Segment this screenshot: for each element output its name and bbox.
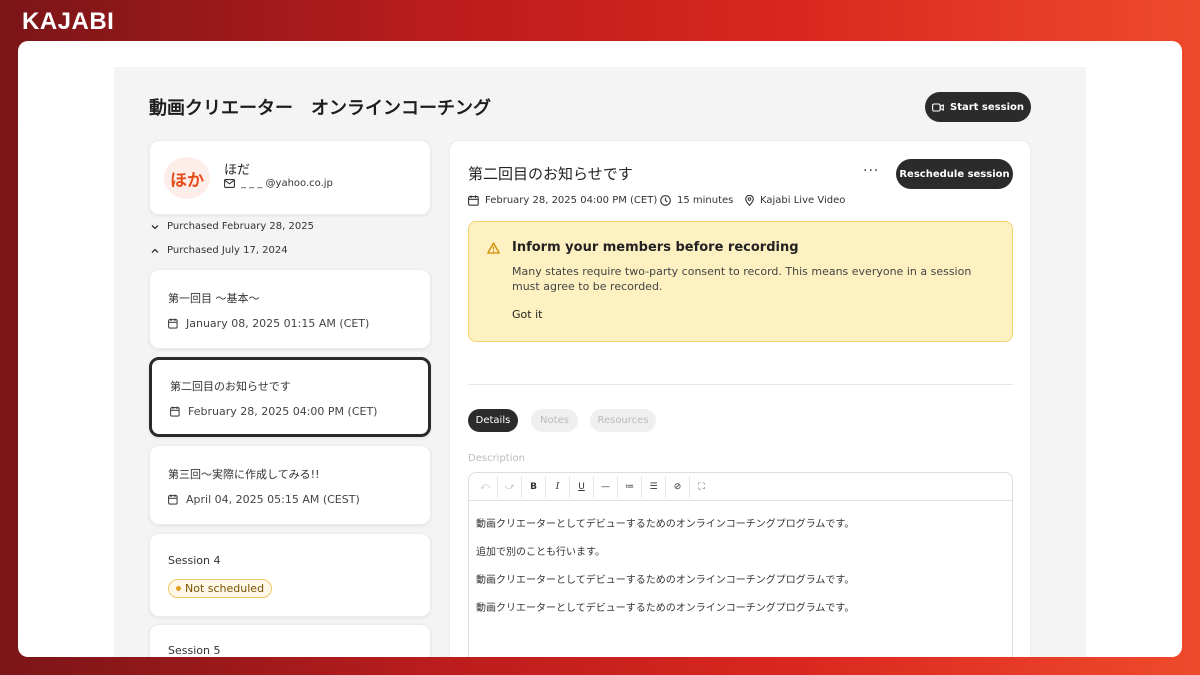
tab-details[interactable]: Details: [468, 409, 518, 432]
avatar: ほか: [164, 157, 210, 199]
undo-icon[interactable]: ⤺: [473, 476, 497, 498]
recording-consent-alert: Inform your members before recording Man…: [468, 221, 1013, 342]
description-label: Description: [468, 453, 525, 464]
alert-title: Inform your members before recording: [512, 240, 799, 255]
session-detail-title: 第二回目のお知らせです: [468, 165, 633, 183]
ordered-list-icon[interactable]: ≔: [617, 475, 641, 498]
chevron-down-icon: [151, 224, 159, 229]
video-camera-icon: [932, 102, 944, 112]
session-title: Session 5: [168, 644, 221, 657]
tab-notes[interactable]: Notes: [531, 409, 578, 432]
session-detail-panel: 第二回目のお知らせです ··· Reschedule session Febru…: [449, 140, 1031, 657]
page-title: 動画クリエーター オンラインコーチング: [149, 98, 491, 119]
alert-text: Many states require two-party consent to…: [512, 265, 972, 293]
start-session-label: Start session: [950, 101, 1024, 113]
calendar-icon: [170, 406, 180, 417]
purchase-toggle-feb[interactable]: Purchased February 28, 2025: [151, 221, 314, 232]
session-date-row: April 04, 2025 05:15 AM (CEST): [168, 493, 360, 506]
session-date: April 04, 2025 05:15 AM (CEST): [186, 493, 360, 506]
description-paragraph: 動画クリエーターとしてデビューするためのオンラインコーチングプログラムです。: [476, 519, 855, 530]
location-pin-icon: [745, 195, 754, 206]
session-date: January 08, 2025 01:15 AM (CET): [186, 317, 370, 330]
reschedule-session-button[interactable]: Reschedule session: [896, 159, 1013, 189]
session-card-4[interactable]: Session 4 Not scheduled: [149, 533, 431, 617]
session-card-2-selected[interactable]: 第二回目のお知らせです February 28, 2025 04:00 PM (…: [149, 357, 431, 437]
tab-resources[interactable]: Resources: [590, 409, 656, 432]
italic-button[interactable]: I: [545, 475, 569, 498]
purchase-label: Purchased July 17, 2024: [167, 245, 288, 256]
calendar-icon: [168, 318, 178, 329]
warning-icon: [487, 242, 500, 254]
redo-icon[interactable]: ⤻: [497, 475, 521, 498]
session-duration-meta: 15 minutes: [660, 195, 733, 206]
session-card-5[interactable]: Session 5: [149, 624, 431, 657]
status-badge: Not scheduled: [168, 579, 273, 598]
session-title: Session 4: [168, 554, 221, 567]
kajabi-logo: KAJABI: [22, 8, 115, 35]
session-title: 第三回～実際に作成してみる!!: [168, 468, 320, 481]
member-name: ほだ: [224, 163, 251, 178]
description-paragraph: 動画クリエーターとしてデビューするためのオンラインコーチングプログラムです。: [476, 603, 855, 614]
start-session-button[interactable]: Start session: [925, 92, 1031, 122]
chevron-up-icon: [151, 248, 159, 253]
session-date-text: February 28, 2025 04:00 PM (CET): [485, 195, 658, 206]
underline-button[interactable]: U: [569, 475, 593, 498]
coaching-app: 動画クリエーター オンラインコーチング Start session ほか ほだ …: [114, 67, 1086, 657]
screenshot-frame: 動画クリエーター オンラインコーチング Start session ほか ほだ …: [18, 41, 1182, 657]
session-location-text: Kajabi Live Video: [760, 195, 846, 206]
status-badge-label: Not scheduled: [185, 582, 265, 595]
member-email-row: _ _ _ @yahoo.co.jp: [224, 178, 333, 189]
got-it-link[interactable]: Got it: [512, 308, 542, 321]
session-date-row: January 08, 2025 01:15 AM (CET): [168, 317, 369, 330]
divider: [468, 384, 1013, 385]
horizontal-rule-button[interactable]: —: [593, 475, 617, 498]
purchase-toggle-jul[interactable]: Purchased July 17, 2024: [151, 245, 288, 256]
link-icon[interactable]: ⊘: [665, 475, 689, 498]
more-options-button[interactable]: ···: [863, 163, 879, 179]
description-paragraph: 動画クリエーターとしてデビューするためのオンラインコーチングプログラムです。: [476, 575, 855, 586]
calendar-icon: [168, 494, 178, 505]
member-email: _ _ _ @yahoo.co.jp: [241, 178, 333, 189]
session-title: 第二回目のお知らせです: [170, 380, 291, 393]
editor-toolbar: ⤺ ⤻ B I U — ≔ ☰ ⊘ ⛶: [469, 473, 1012, 501]
bold-button[interactable]: B: [521, 475, 545, 498]
description-editor[interactable]: ⤺ ⤻ B I U — ≔ ☰ ⊘ ⛶ 動画クリエーターとしてデビューするための…: [468, 472, 1013, 657]
mail-icon: [224, 179, 235, 188]
session-duration-text: 15 minutes: [677, 195, 734, 206]
session-date: February 28, 2025 04:00 PM (CET): [188, 405, 378, 418]
status-dot: [176, 586, 181, 591]
member-card: ほか ほだ _ _ _ @yahoo.co.jp: [149, 140, 431, 215]
session-card-1[interactable]: 第一回目 ～基本～ January 08, 2025 01:15 AM (CET…: [149, 269, 431, 349]
session-date-row: February 28, 2025 04:00 PM (CET): [170, 405, 377, 418]
calendar-icon: [468, 195, 479, 206]
clock-icon: [660, 195, 671, 206]
bullet-list-icon[interactable]: ☰: [641, 475, 665, 498]
session-title: 第一回目 ～基本～: [168, 292, 260, 305]
session-location-meta: Kajabi Live Video: [745, 195, 845, 206]
purchase-label: Purchased February 28, 2025: [167, 221, 314, 232]
session-card-3[interactable]: 第三回～実際に作成してみる!! April 04, 2025 05:15 AM …: [149, 445, 431, 525]
description-paragraph: 追加で別のことも行います。: [476, 547, 605, 558]
fullscreen-icon[interactable]: ⛶: [689, 475, 713, 498]
session-date-meta: February 28, 2025 04:00 PM (CET): [468, 195, 657, 206]
